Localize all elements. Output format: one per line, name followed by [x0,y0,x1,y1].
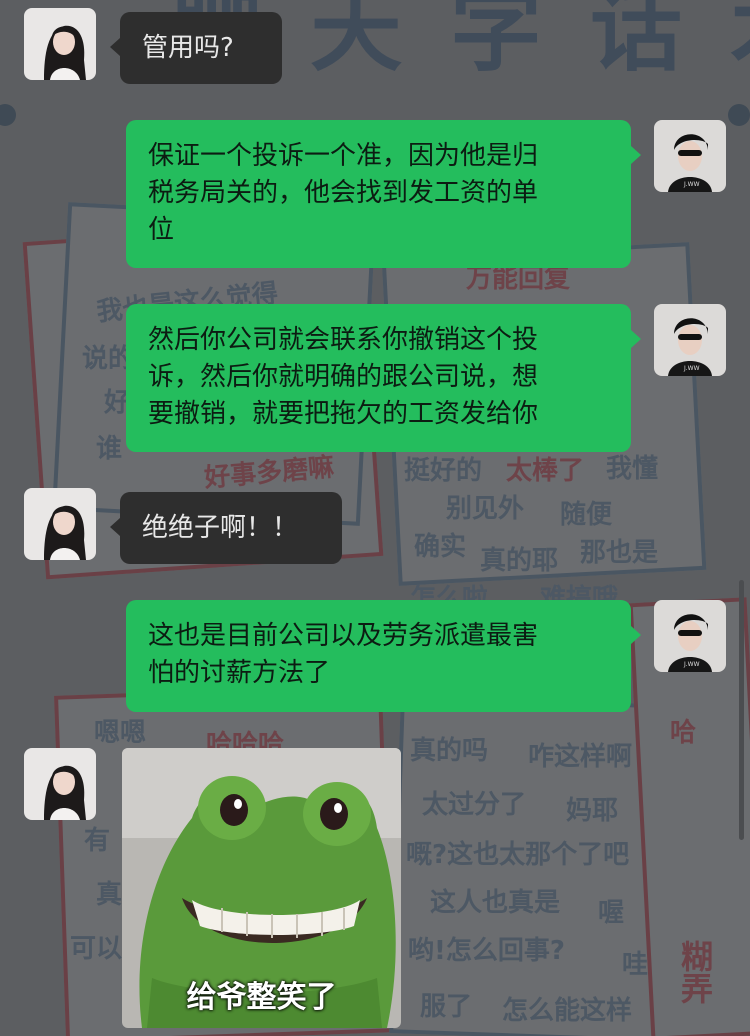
message-bubble-right[interactable]: 这也是目前公司以及劳务派遣最害 怕的讨薪方法了 [126,600,641,712]
wallpaper-word: 有 [84,826,111,856]
message-bubble-right[interactable]: 保证一个投诉一个准，因为他是归 税务局关的，他会找到发工资的单 位 [126,120,641,268]
wallpaper-word: 太棒了 [506,456,585,486]
message-line: 然后你公司就会联系你撤销这个投 [148,325,539,355]
wallpaper-word: 嗯嗯 [94,718,147,748]
wallpaper-word: 哈 [670,718,697,748]
wallpaper-word: 真的吗 [410,736,489,766]
wallpaper-word: 喔 [598,898,625,928]
wallpaper-word: 确实 [414,532,467,562]
svg-text:J.WW: J.WW [683,661,700,668]
wallpaper-word: 嘅?这也太那个了吧 [406,840,630,870]
message-line: 税务局关的，他会找到发工资的单 [148,178,539,208]
wallpaper-dot [0,104,16,126]
wallpaper-word: 哇 [622,950,649,980]
message-bubble-left[interactable]: 绝绝子啊！！ [110,492,342,564]
sticker-caption: 给爷整笑了 [186,980,337,1015]
female-avatar[interactable] [24,8,96,80]
message-line: 要撤销，就要把拖欠的工资发给你 [148,399,539,429]
svg-text:J.WW: J.WW [683,181,700,188]
male-avatar[interactable]: J.WW [654,120,726,192]
message-line: 怕的讨薪方法了 [148,658,331,688]
wallpaper-word: 随便 [560,500,613,530]
wallpaper-word: 太过分了 [422,790,527,820]
male-avatar[interactable]: J.WW [654,304,726,376]
scrollbar[interactable] [739,580,744,840]
wallpaper-word: 真的耶 [480,546,559,576]
wallpaper-word: 哟!怎么回事? [408,936,565,966]
wallpaper-word: 咋这样啊 [528,742,633,772]
message-line: 绝绝子啊！！ [142,513,299,543]
message-bubble-left[interactable]: 管用吗? [110,12,282,84]
wallpaper-word: 怎么能这样 [502,996,633,1026]
female-avatar[interactable] [24,488,96,560]
wallpaper-word: 糊弄 [676,940,714,1004]
wallpaper-word: 真 [96,880,123,910]
message-line: 保证一个投诉一个准，因为他是归 [148,141,539,171]
message-line: 位 [148,215,175,245]
wallpaper-word: 可以 [70,934,123,964]
message-line: 这也是目前公司以及劳务派遣最害 [148,621,539,651]
wallpaper-dot [728,104,750,126]
message-bubble-right[interactable]: 然后你公司就会联系你撤销这个投 诉，然后你就明确的跟公司说，想 要撤销，就要把拖… [126,304,641,452]
male-avatar[interactable]: J.WW [654,600,726,672]
message-line: 诉，然后你就明确的跟公司说，想 [148,362,539,392]
message-line: 管用吗? [142,33,234,63]
wallpaper-word: 这人也真是 [430,888,561,918]
wallpaper-word: 我懂 [606,454,659,484]
wallpaper-word: 服了 [420,992,473,1022]
wallpaper-word: 妈耶 [566,796,619,826]
frog-plush-sticker[interactable]: 给爷整笑了 [122,748,401,1028]
wallpaper-word: 谁 [96,434,123,464]
wallpaper-word: 别见外 [446,494,525,524]
wallpaper-word: 挺好的 [404,456,483,486]
wallpaper-word: 那也是 [580,538,659,568]
svg-text:J.WW: J.WW [683,365,700,372]
female-avatar[interactable] [24,748,96,820]
